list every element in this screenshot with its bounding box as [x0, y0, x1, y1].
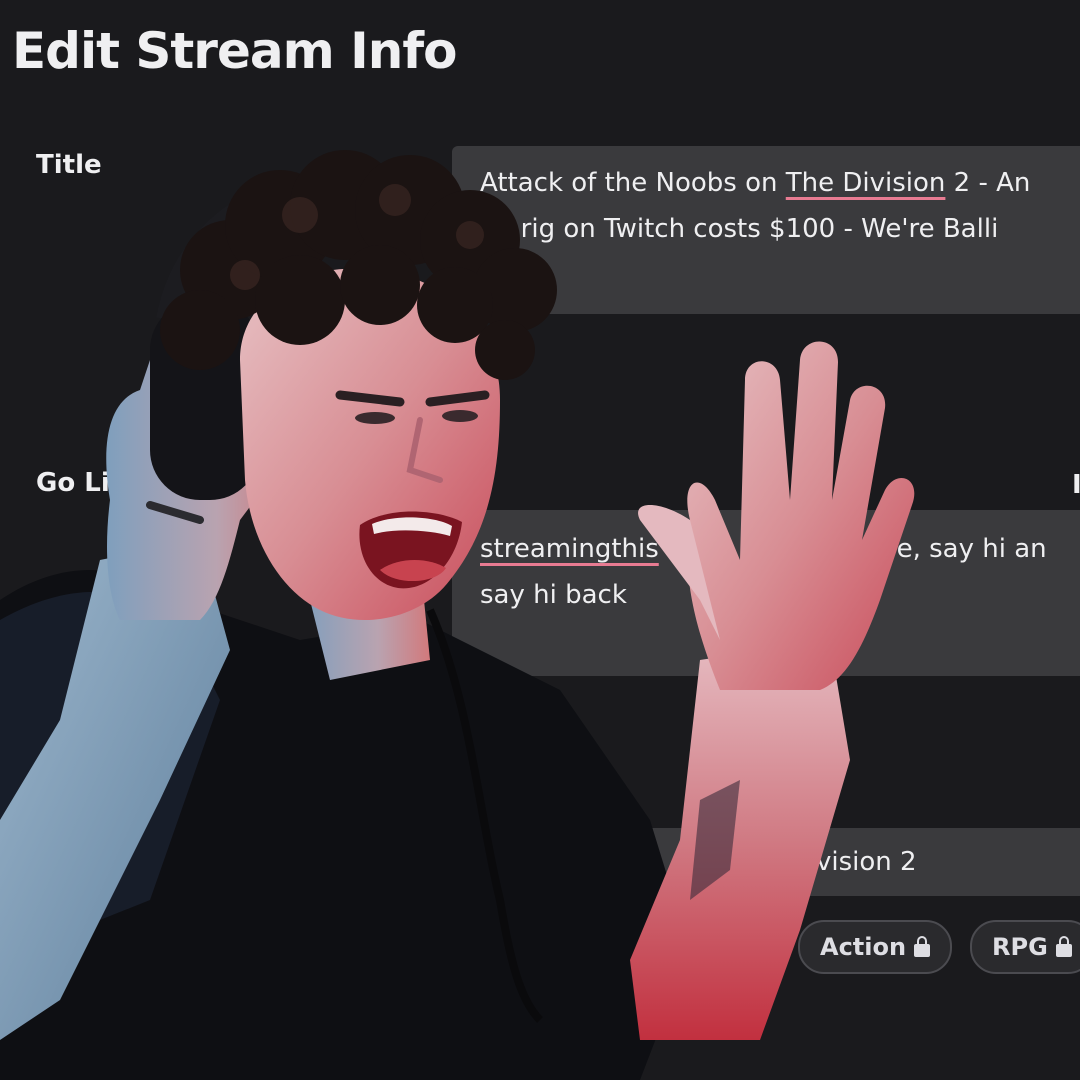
- title-text-prefix: Attack of the Noobs on: [480, 168, 786, 198]
- left-forearm: [0, 540, 230, 1040]
- neck: [300, 560, 430, 680]
- headphones-band: [156, 164, 402, 323]
- right-brow: [425, 390, 490, 407]
- upper-teeth: [372, 517, 452, 536]
- tag-rpg[interactable]: RPG: [970, 920, 1080, 974]
- edit-stream-info-screen: Edit Stream Info Title Attack of the Noo…: [0, 0, 1080, 1080]
- notification-misspelled-word: streamingthis: [480, 534, 659, 564]
- lock-icon: [1055, 936, 1072, 957]
- go-live-notification-label: Go Li: [36, 468, 110, 498]
- category-input[interactable]: vision 2: [452, 828, 1080, 896]
- title-input-line-2: na rig on Twitch costs $100 - We're Ball…: [480, 214, 999, 244]
- tag-label: enture Game: [522, 999, 698, 1027]
- tag-label: Action: [820, 933, 907, 961]
- tongue: [380, 560, 446, 582]
- title-field-label: Title: [36, 150, 102, 180]
- tag-label: RPG: [992, 933, 1048, 961]
- notification-line-1: streamingthis live, say hi an: [480, 526, 1080, 572]
- ring: [146, 501, 204, 524]
- right-eye: [442, 410, 478, 422]
- shirt-highlight: [0, 591, 220, 960]
- tag-action[interactable]: Action: [798, 920, 953, 974]
- category-value: vision 2: [816, 847, 917, 877]
- page-title: Edit Stream Info: [12, 22, 457, 80]
- tag-adventure-game[interactable]: enture Game: [480, 986, 744, 1040]
- lock-icon: [705, 1002, 722, 1023]
- title-text-suffix: 2 - An: [945, 168, 1031, 198]
- title-misspelled-word: The Division: [785, 168, 946, 198]
- screaming-mouth: [359, 511, 462, 589]
- character-count-hint: I: [1072, 470, 1080, 500]
- left-brow: [335, 390, 405, 407]
- left-hand: [106, 317, 291, 620]
- title-input-line-1: Attack of the Noobs on The Division 2 - …: [480, 160, 1080, 206]
- left-eye: [355, 412, 395, 424]
- lock-icon: [914, 936, 931, 957]
- notification-text-suffix: live, say hi an: [866, 534, 1047, 564]
- notification-line-2: say hi back: [480, 580, 627, 610]
- hair-highlights: [230, 184, 484, 290]
- go-live-notification-input[interactable]: streamingthis live, say hi an say hi back: [452, 510, 1080, 676]
- headphones-ear-cup: [150, 300, 260, 500]
- title-input[interactable]: Attack of the Noobs on The Division 2 - …: [452, 146, 1080, 314]
- nose: [406, 417, 443, 483]
